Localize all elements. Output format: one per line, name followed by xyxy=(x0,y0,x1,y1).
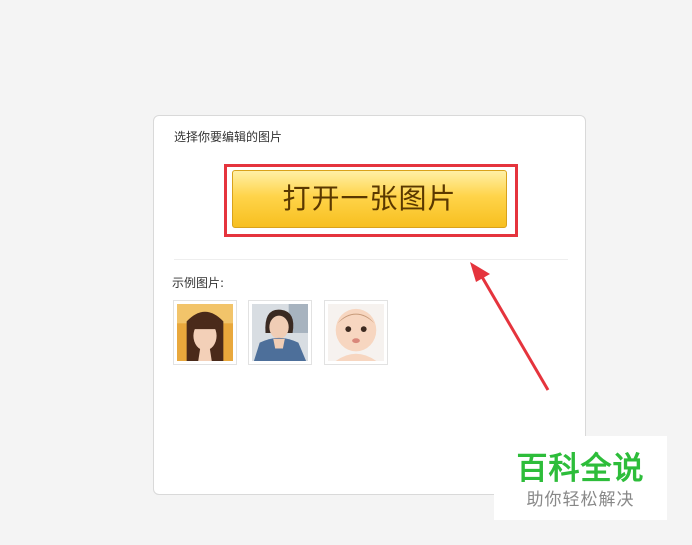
watermark: 百科全说 助你轻松解决 xyxy=(494,436,667,520)
section-title: 选择你要编辑的图片 xyxy=(174,130,283,144)
example-image-2[interactable] xyxy=(248,300,312,365)
girl-denim-jacket-photo-thumbnail xyxy=(252,304,308,361)
girl-bangs-photo-thumbnail xyxy=(177,304,233,361)
watermark-title: 百科全说 xyxy=(516,451,645,487)
example-image-3[interactable] xyxy=(324,300,388,365)
baby-photo-thumbnail xyxy=(328,304,384,361)
divider xyxy=(174,259,568,260)
watermark-subtitle: 助你轻松解决 xyxy=(526,490,635,510)
example-image-1[interactable] xyxy=(173,300,237,365)
open-image-button[interactable]: 打开一张图片 xyxy=(232,170,507,228)
examples-label: 示例图片: xyxy=(172,276,225,290)
